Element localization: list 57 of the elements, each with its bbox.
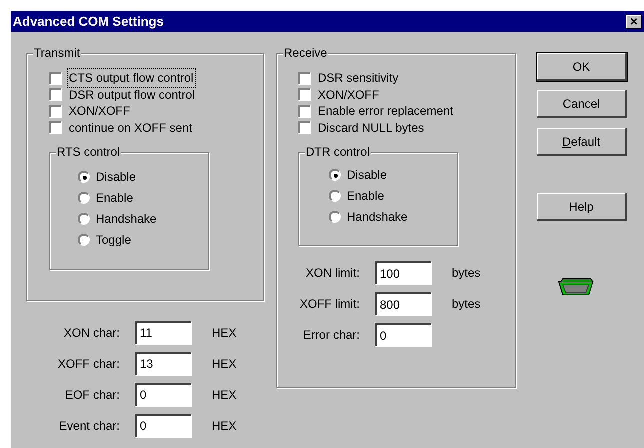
- unit-label: HEX: [212, 324, 237, 342]
- radio-label: Disable: [96, 169, 136, 186]
- radio-button[interactable]: [78, 171, 90, 183]
- checkbox-label: DSR output flow control: [68, 86, 196, 104]
- unit-label: HEX: [212, 418, 237, 434]
- field-label: XON char:: [62, 324, 120, 342]
- dialog-button[interactable]: OK: [537, 53, 627, 81]
- radio-label: Enable: [347, 188, 384, 205]
- field-label: XOFF char:: [56, 356, 120, 372]
- text-field[interactable]: 13: [135, 352, 192, 376]
- field-label: XOFF limit:: [299, 296, 360, 313]
- window-title: Advanced COM Settings: [13, 12, 164, 31]
- checkbox[interactable]: [298, 88, 311, 101]
- dialog-button[interactable]: Default: [537, 128, 627, 156]
- text-field[interactable]: 0: [135, 414, 192, 438]
- field-label: EOF char:: [64, 386, 120, 404]
- field-label: Event char:: [58, 418, 120, 434]
- close-button[interactable]: ×: [626, 14, 642, 28]
- field-label: XON limit:: [305, 265, 360, 282]
- radio-button[interactable]: [78, 192, 90, 204]
- radio-label: Enable: [96, 190, 134, 207]
- checkbox-label: XON/XOFF: [317, 86, 380, 104]
- checkbox-label: Enable error replacement: [317, 103, 454, 120]
- radio-button[interactable]: [78, 213, 90, 225]
- text-field[interactable]: 11: [135, 320, 192, 344]
- dialog-button[interactable]: Cancel: [537, 90, 627, 118]
- checkbox[interactable]: [298, 104, 311, 118]
- radio-button[interactable]: [78, 234, 90, 246]
- checkbox-label: Discard NULL bytes: [317, 120, 426, 136]
- field-label: Error char:: [302, 327, 360, 344]
- radio-label: Handshake: [96, 211, 157, 228]
- text-field[interactable]: 800: [375, 292, 432, 316]
- radio-label: Handshake: [347, 209, 408, 226]
- unit-label: bytes: [452, 296, 481, 313]
- checkbox[interactable]: [49, 72, 62, 84]
- radio-button[interactable]: [329, 211, 341, 223]
- dialog-button[interactable]: Help: [537, 193, 627, 221]
- checkbox-label: CTS output flow control: [68, 69, 195, 87]
- checkbox[interactable]: [49, 121, 62, 134]
- text-field[interactable]: 0: [375, 323, 432, 347]
- checkbox[interactable]: [49, 88, 62, 101]
- text-field[interactable]: 100: [375, 261, 432, 285]
- unit-label: bytes: [452, 265, 481, 282]
- checkbox-label: XON/XOFF: [68, 103, 132, 120]
- radio-button[interactable]: [329, 190, 341, 202]
- checkbox[interactable]: [49, 104, 62, 118]
- radio-label: Toggle: [96, 232, 132, 249]
- unit-label: HEX: [212, 356, 237, 372]
- checkbox[interactable]: [298, 121, 311, 134]
- radio-label: Disable: [347, 167, 388, 184]
- unit-label: HEX: [212, 386, 237, 404]
- checkbox[interactable]: [298, 72, 311, 84]
- serial-connector-icon: [557, 278, 595, 298]
- text-field[interactable]: 0: [135, 382, 192, 406]
- checkbox-label: DSR sensitivity: [317, 70, 400, 87]
- radio-button[interactable]: [329, 169, 341, 181]
- checkbox-label: continue on XOFF sent: [68, 120, 194, 136]
